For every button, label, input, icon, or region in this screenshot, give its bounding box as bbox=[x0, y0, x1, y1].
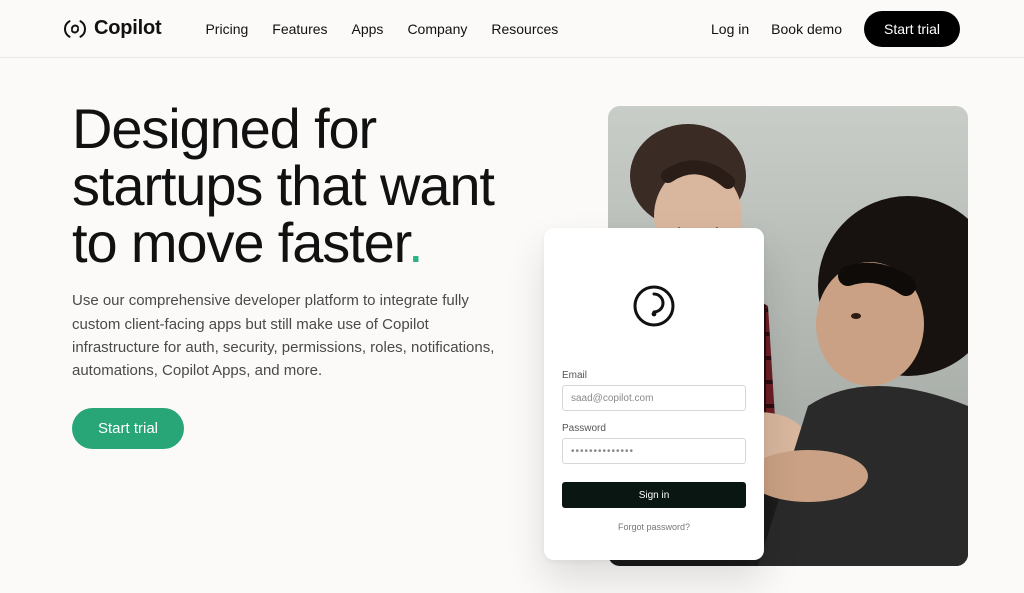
nav-item-company[interactable]: Company bbox=[407, 21, 467, 37]
book-demo-link[interactable]: Book demo bbox=[771, 21, 842, 37]
password-label: Password bbox=[562, 423, 746, 434]
header-actions: Log in Book demo Start trial bbox=[711, 11, 960, 47]
hero-headline-dot: . bbox=[408, 211, 422, 274]
login-card-logo-icon bbox=[562, 284, 746, 328]
hero-headline-text: Designed for startups that want to move … bbox=[72, 97, 494, 274]
nav-item-features[interactable]: Features bbox=[272, 21, 327, 37]
login-card: Email Password Sign in Forgot password? bbox=[544, 228, 764, 560]
password-field-group: Password bbox=[562, 423, 746, 464]
password-field[interactable] bbox=[562, 438, 746, 464]
brand-logo-icon bbox=[64, 18, 86, 40]
site-header: Copilot Pricing Features Apps Company Re… bbox=[0, 0, 1024, 58]
nav-item-resources[interactable]: Resources bbox=[491, 21, 558, 37]
sign-in-button[interactable]: Sign in bbox=[562, 482, 746, 508]
email-field[interactable] bbox=[562, 385, 746, 411]
hero-headline: Designed for startups that want to move … bbox=[72, 100, 552, 271]
email-field-group: Email bbox=[562, 370, 746, 411]
nav-item-apps[interactable]: Apps bbox=[352, 21, 384, 37]
hero-lede: Use our comprehensive developer platform… bbox=[72, 289, 512, 382]
email-label: Email bbox=[562, 370, 746, 381]
start-trial-button-header[interactable]: Start trial bbox=[864, 11, 960, 47]
login-link[interactable]: Log in bbox=[711, 21, 749, 37]
hero: Designed for startups that want to move … bbox=[0, 58, 1024, 593]
forgot-password-link[interactable]: Forgot password? bbox=[562, 522, 746, 532]
start-trial-button-hero[interactable]: Start trial bbox=[72, 408, 184, 449]
primary-nav: Pricing Features Apps Company Resources bbox=[205, 21, 558, 37]
brand[interactable]: Copilot bbox=[64, 17, 161, 40]
nav-item-pricing[interactable]: Pricing bbox=[205, 21, 248, 37]
brand-name: Copilot bbox=[94, 17, 161, 40]
